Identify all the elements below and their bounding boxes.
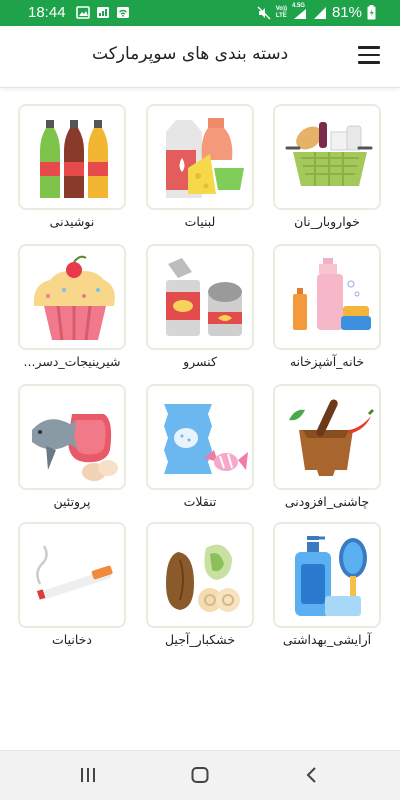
battery-percent: 81% bbox=[331, 4, 362, 21]
wifi-icon bbox=[117, 7, 129, 18]
volte-icon: Vo)) LTE bbox=[275, 5, 287, 19]
category-label: لبنیات bbox=[184, 214, 216, 229]
category-card[interactable] bbox=[273, 244, 381, 350]
category-label: دخانیات bbox=[52, 632, 92, 647]
recent-apps-icon[interactable] bbox=[78, 765, 98, 785]
dairy-icon bbox=[166, 118, 244, 198]
category-item[interactable]: دخانیات bbox=[18, 522, 128, 654]
cell-signal-icon bbox=[313, 6, 326, 19]
status-time: 18:44 bbox=[28, 4, 66, 21]
snacks-icon bbox=[164, 404, 248, 474]
drinks-icon bbox=[40, 120, 108, 198]
category-label: آرایشی_بهداشتی bbox=[282, 632, 372, 647]
category-card[interactable] bbox=[18, 104, 126, 210]
cupcake-icon bbox=[33, 255, 115, 341]
category-item[interactable]: خواروبار_نان bbox=[273, 104, 383, 236]
status-left-icons bbox=[76, 6, 130, 19]
home-icon[interactable] bbox=[190, 765, 210, 785]
category-label: تنقلات bbox=[183, 494, 217, 509]
hamburger-menu-icon[interactable] bbox=[358, 46, 380, 66]
status-right: Vo)) LTE 4.5G 81% bbox=[257, 3, 376, 21]
category-card[interactable] bbox=[273, 104, 381, 210]
battery-icon bbox=[367, 5, 376, 20]
category-item[interactable]: لبنیات bbox=[146, 104, 256, 236]
category-label: خواروبار_نان bbox=[294, 214, 360, 229]
app-bar: دسته بندی های سوپرمارکت bbox=[0, 26, 400, 88]
canned-food-icon bbox=[166, 258, 242, 336]
category-card[interactable] bbox=[18, 244, 126, 350]
category-grid: خواروبار_نان لبنیات نوشیدنی خانه_آشپزخان… bbox=[18, 104, 382, 664]
category-card[interactable] bbox=[273, 384, 381, 490]
category-label: پروتئین bbox=[53, 494, 91, 509]
category-card[interactable] bbox=[18, 522, 126, 628]
cleaning-products-icon bbox=[293, 258, 371, 330]
category-label: نوشیدنی bbox=[49, 214, 95, 229]
category-card[interactable] bbox=[146, 244, 254, 350]
category-item[interactable]: آرایشی_بهداشتی bbox=[273, 522, 383, 654]
system-nav-bar bbox=[0, 750, 400, 800]
category-label: شیرینیجات_دسر... bbox=[23, 354, 121, 369]
4g-signal-icon: 4.5G bbox=[292, 3, 308, 20]
toiletries-icon bbox=[295, 536, 367, 616]
grocery-basket-icon bbox=[285, 122, 373, 186]
category-label: خشکبار_آجیل bbox=[164, 632, 236, 647]
mute-icon bbox=[257, 6, 271, 19]
category-item[interactable]: خانه_آشپزخانه bbox=[273, 244, 383, 376]
back-icon[interactable] bbox=[302, 765, 322, 785]
category-card[interactable] bbox=[146, 522, 254, 628]
category-label: چاشنی_افزودنی bbox=[284, 494, 370, 509]
status-bar: 18:44 Vo)) LTE 4.5G 81% bbox=[0, 0, 400, 26]
cigarette-icon bbox=[36, 545, 113, 600]
page-title: دسته بندی های سوپرمارکت bbox=[92, 44, 289, 64]
category-label: کنسرو bbox=[183, 354, 217, 369]
category-item[interactable]: تنقلات bbox=[146, 384, 256, 516]
category-card[interactable] bbox=[18, 384, 126, 490]
category-item[interactable]: پروتئین bbox=[18, 384, 128, 516]
category-card[interactable] bbox=[146, 104, 254, 210]
mortar-spices-icon bbox=[289, 399, 375, 476]
category-item[interactable]: خشکبار_آجیل bbox=[146, 522, 256, 654]
category-label: خانه_آشپزخانه bbox=[289, 354, 365, 369]
category-item[interactable]: شیرینیجات_دسر... bbox=[18, 244, 128, 376]
category-card[interactable] bbox=[146, 384, 254, 490]
category-item[interactable]: نوشیدنی bbox=[18, 104, 128, 236]
category-item[interactable]: کنسرو bbox=[146, 244, 256, 376]
nuts-icon bbox=[166, 544, 240, 612]
signal-icon bbox=[97, 7, 109, 18]
category-card[interactable] bbox=[273, 522, 381, 628]
protein-icon bbox=[32, 414, 118, 481]
image-icon bbox=[76, 6, 90, 19]
category-item[interactable]: چاشنی_افزودنی bbox=[273, 384, 383, 516]
